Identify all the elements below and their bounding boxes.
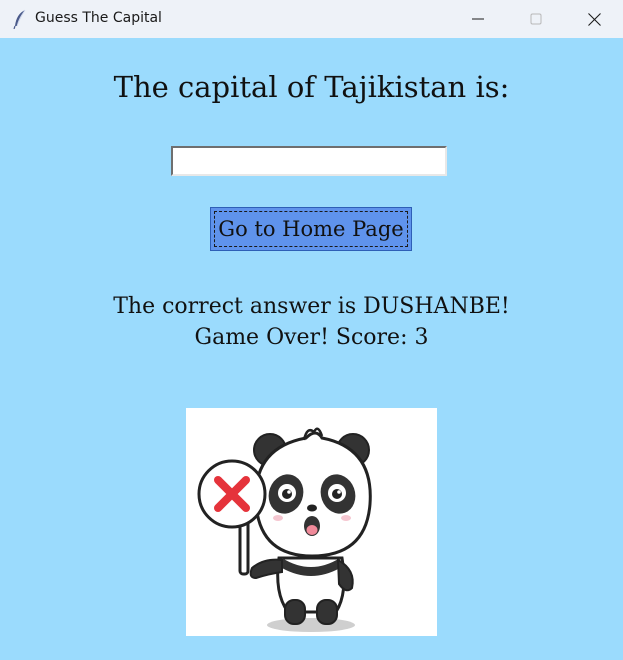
close-button[interactable] [565, 0, 623, 38]
close-icon [587, 12, 601, 26]
question-label: The capital of Tajikistan is: [113, 70, 510, 104]
maximize-button[interactable] [507, 0, 565, 38]
minimize-button[interactable] [449, 0, 507, 38]
correct-answer-message: The correct answer is DUSHANBE! [113, 294, 510, 319]
minimize-icon [472, 18, 484, 20]
window-titlebar[interactable]: Guess The Capital [0, 0, 623, 38]
score-message: Game Over! Score: 3 [194, 325, 429, 350]
home-page-button[interactable]: Go to Home Page [210, 207, 412, 251]
home-page-button-label: Go to Home Page [214, 211, 408, 247]
window-title: Guess The Capital [35, 10, 162, 26]
maximize-icon [530, 13, 542, 25]
feather-icon [13, 9, 26, 29]
answer-input[interactable] [171, 146, 447, 176]
result-image [186, 408, 437, 636]
sad-panda-wrong-sign-icon [197, 427, 372, 632]
